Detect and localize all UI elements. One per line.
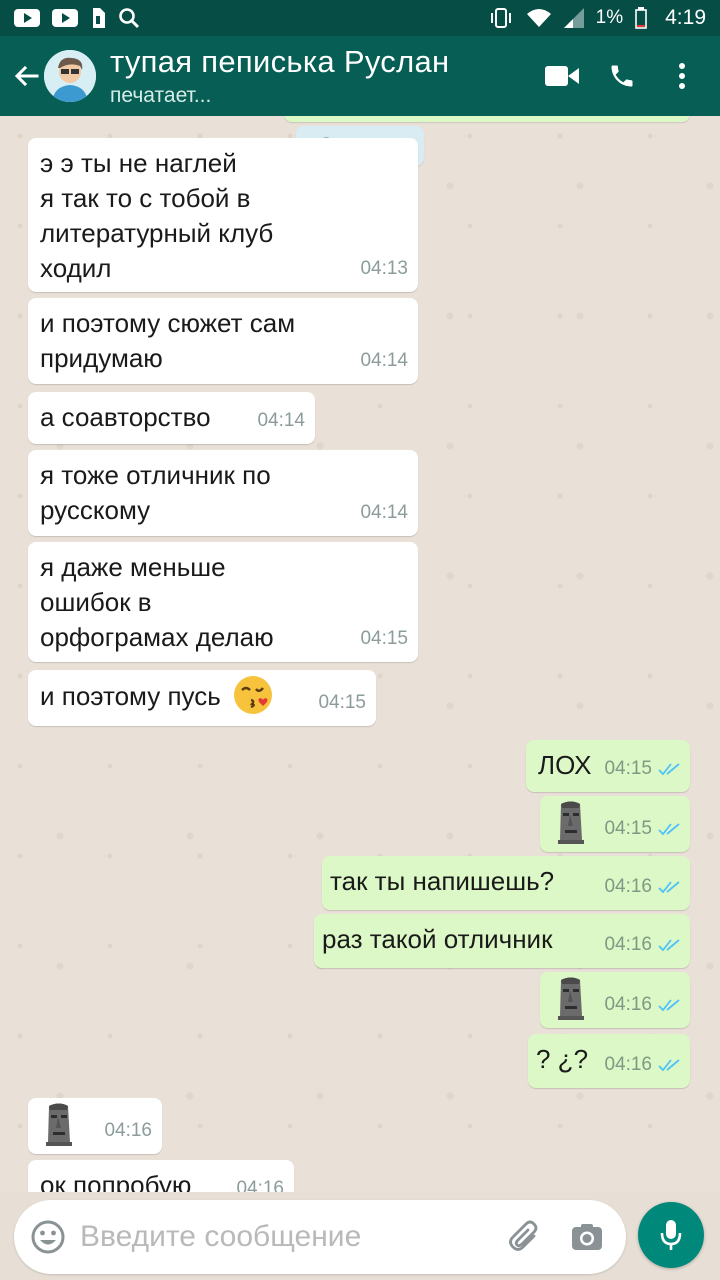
contact-info[interactable]: тупая пеписька Руслан печатает... xyxy=(110,44,532,108)
youtube-icon xyxy=(52,8,78,28)
battery-percent: 1% xyxy=(595,7,624,28)
message-time: 04:16 xyxy=(604,934,652,955)
message-time: 04:14 xyxy=(360,350,408,371)
back-button[interactable] xyxy=(4,36,48,116)
double-check-icon xyxy=(658,880,680,893)
paperclip-icon xyxy=(509,1220,538,1251)
message-text: э э ты не наглей я так то с тобой в лите… xyxy=(40,148,274,283)
message-input[interactable] xyxy=(80,1220,494,1254)
previous-message-bubble xyxy=(284,116,690,122)
message-time: 04:15 xyxy=(604,818,652,839)
video-call-button[interactable] xyxy=(532,36,592,116)
message-incoming[interactable]: 04:16 xyxy=(28,1098,162,1154)
emoji-button[interactable] xyxy=(16,1200,80,1274)
message-incoming[interactable]: я даже меньше ошибок в орфограмах делаю … xyxy=(28,542,418,662)
moai-emoji xyxy=(46,1103,72,1146)
youtube-icon xyxy=(14,8,40,28)
voice-message-button[interactable] xyxy=(638,1202,704,1268)
smiley-icon xyxy=(31,1220,65,1254)
message-time: 04:15 xyxy=(604,758,652,779)
clock: 4:19 xyxy=(665,6,706,29)
chat-header: тупая пеписька Руслан печатает... xyxy=(0,36,720,116)
message-composer xyxy=(14,1200,626,1274)
message-outgoing[interactable]: ? ¿? 04:16 xyxy=(528,1034,690,1088)
message-time: 04:15 xyxy=(360,628,408,649)
attach-button[interactable] xyxy=(494,1200,556,1274)
message-outgoing[interactable]: так ты напишешь? 04:16 xyxy=(322,856,690,910)
message-time: 04:15 xyxy=(318,692,366,713)
message-text: и поэтому сюжет сам придумаю xyxy=(40,308,296,373)
message-outgoing[interactable]: ЛОХ 04:15 xyxy=(526,740,690,792)
double-check-icon xyxy=(658,938,680,951)
double-check-icon xyxy=(658,822,680,835)
typing-status: печатает... xyxy=(110,84,212,107)
message-incoming[interactable]: а соавторство 04:14 xyxy=(28,392,315,444)
phone-icon xyxy=(611,65,633,87)
camera-button[interactable] xyxy=(556,1200,618,1274)
message-incoming[interactable]: и поэтому сюжет сам придумаю 04:14 xyxy=(28,298,418,384)
camera-icon xyxy=(572,1224,602,1250)
double-check-icon xyxy=(658,1058,680,1071)
message-text: я тоже отличник по русскому xyxy=(40,460,271,525)
message-time: 04:16 xyxy=(104,1120,152,1141)
message-time: 04:13 xyxy=(360,258,408,279)
moai-emoji xyxy=(558,977,584,1020)
microphone-icon xyxy=(660,1220,682,1250)
signal-icon xyxy=(563,8,584,28)
moai-emoji xyxy=(558,801,584,844)
message-time: 04:16 xyxy=(604,1054,652,1075)
more-vertical-icon xyxy=(679,63,685,89)
contact-name: тупая пеписька Руслан xyxy=(110,44,450,79)
status-bar: 1% 4:19 xyxy=(0,0,720,36)
kissing-heart-emoji xyxy=(234,676,273,715)
message-incoming[interactable]: и поэтому пусь 04:15 xyxy=(28,670,376,726)
message-incoming[interactable]: я тоже отличник по русскому 04:14 xyxy=(28,450,418,536)
battery-icon xyxy=(635,7,647,29)
vibrate-icon xyxy=(488,7,514,29)
more-options-button[interactable] xyxy=(652,36,712,116)
message-time: 04:16 xyxy=(236,1178,284,1192)
message-outgoing[interactable]: 04:15 xyxy=(540,796,690,852)
message-time: 04:14 xyxy=(360,502,408,523)
search-icon xyxy=(118,7,140,29)
message-incoming[interactable]: ок попробую 04:16 xyxy=(28,1160,294,1192)
sim-toolkit-icon xyxy=(90,7,106,29)
double-check-icon xyxy=(658,998,680,1011)
voice-call-button[interactable] xyxy=(592,36,652,116)
message-time: 04:16 xyxy=(604,994,652,1015)
double-check-icon xyxy=(658,762,680,775)
message-text: я даже меньше ошибок в орфограмах делаю xyxy=(40,552,274,652)
avatar[interactable] xyxy=(44,50,96,102)
message-incoming[interactable]: э э ты не наглей я так то с тобой в лите… xyxy=(28,138,418,292)
wifi-icon xyxy=(526,8,552,28)
message-outgoing[interactable]: 04:16 xyxy=(540,972,690,1028)
message-text: и поэтому пусь xyxy=(40,681,221,711)
video-camera-icon xyxy=(545,66,579,86)
message-time: 04:14 xyxy=(257,410,305,431)
message-outgoing[interactable]: раз такой отличник 04:16 xyxy=(314,914,690,968)
arrow-left-icon xyxy=(14,65,39,87)
message-list[interactable]: Сегодня э э ты не наглей я так то с тобо… xyxy=(0,116,720,1192)
message-time: 04:16 xyxy=(604,876,652,897)
